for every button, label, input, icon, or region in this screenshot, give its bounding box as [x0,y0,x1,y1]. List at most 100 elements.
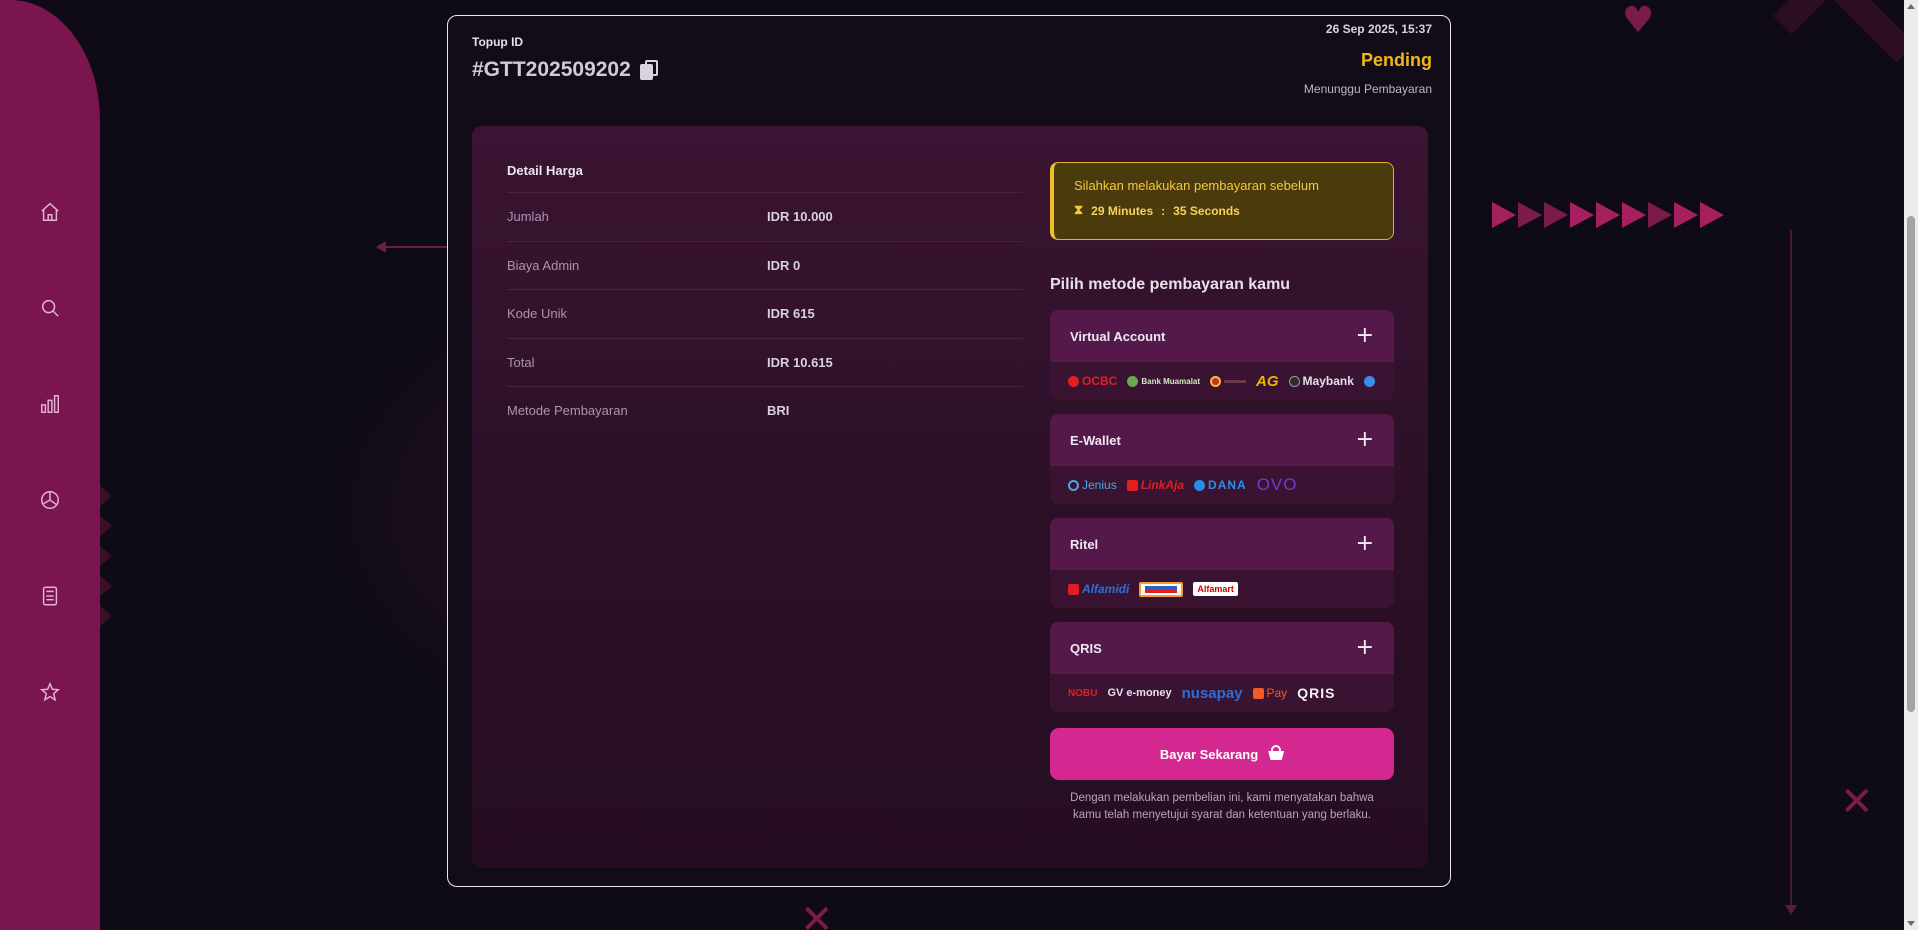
alfamart-logo: Alfamart [1193,582,1238,596]
decor-triangles [1492,202,1724,228]
deadline-text: Silahkan melakukan pembayaran sebelum [1074,178,1319,193]
method-label: QRIS [1070,640,1102,656]
price-row-value: BRI [767,403,790,419]
countdown-separator: : [1161,203,1166,218]
method-label: E-Wallet [1070,432,1121,448]
terms-disclaimer: Dengan melakukan pembelian ini, kami men… [1070,792,1374,821]
home-icon [41,202,59,221]
method-virtual-account: Virtual Account + OCBC Bank Muamalat AG … [1050,310,1394,400]
payment-deadline-alert: Silahkan melakukan pembayaran sebelum ⧗ … [1050,162,1394,240]
method-label: Virtual Account [1070,328,1166,344]
plus-icon[interactable]: + [1356,325,1374,347]
payment-methods-column: Silahkan melakukan pembayaran sebelum ⧗ … [1050,162,1394,824]
decor-triangle-icon [98,574,112,598]
status-badge: Pending [1361,50,1432,70]
decor-x-icon: ✕ [1840,779,1874,825]
qris-logo: QRIS [1297,685,1336,701]
topup-id-label: Topup ID [472,35,524,49]
price-row: Jumlah IDR 10.000 [507,192,1023,241]
basket-icon [1268,745,1285,760]
linkaja-logo: LinkAja [1126,478,1184,492]
method-logos: Alfamidi Alfamart [1050,570,1394,608]
scroll-down-icon[interactable] [1907,921,1915,926]
nobu-logo: NOBU [1068,687,1098,699]
method-header[interactable]: QRIS + [1050,622,1394,674]
topup-id: #GTT202509202 [472,58,659,82]
topup-id-value: #GTT202509202 [472,58,631,81]
price-row-key: Total [507,354,535,370]
price-row-key: Kode Unik [507,306,567,322]
method-qris: QRIS + NOBU GV e-money nusapay Pay QRIS [1050,622,1394,712]
method-e-wallet: E-Wallet + Jenius LinkAja DANA OVO [1050,414,1394,504]
copy-icon[interactable] [639,59,659,81]
price-row-value: IDR 10.000 [767,209,833,225]
price-detail-table: Jumlah IDR 10.000 Biaya Admin IDR 0 Kode… [507,192,1023,435]
shopeepay-logo: Pay [1252,686,1287,700]
page-scrollbar[interactable] [1904,0,1918,930]
hourglass-icon: ⧗ [1074,203,1084,218]
plus-icon[interactable]: + [1356,533,1374,555]
nav-favorites[interactable] [34,676,66,708]
countdown-timer: ⧗ 29 Minutes : 35 Seconds [1074,203,1373,218]
transaction-datetime: 26 Sep 2025, 15:37 [1325,22,1432,36]
method-header[interactable]: E-Wallet + [1050,414,1394,466]
decor-triangle-icon [98,544,112,568]
decor-arrow-down-icon [1785,905,1797,915]
nav-analytics[interactable] [34,484,66,516]
decor-triangle-icon [98,484,112,508]
price-detail-title: Detail Harga [507,163,583,178]
decor-arrow-left-icon [376,241,386,253]
calculator-icon [42,586,58,606]
price-row: Kode Unik IDR 615 [507,289,1023,338]
price-row-key: Metode Pembayaran [507,403,628,419]
muamalat-logo: Bank Muamalat [1127,375,1200,387]
payment-method-title: Pilih metode pembayaran kamu [1050,276,1291,293]
bar-chart-icon [41,395,59,413]
pay-now-button[interactable]: Bayar Sekarang [1050,728,1394,780]
jenius-logo: Jenius [1068,478,1117,492]
nusapay-logo: nusapay [1181,684,1243,702]
price-row-key: Jumlah [507,209,549,225]
ocbc-logo: OCBC [1068,374,1117,388]
scrollbar-thumb[interactable] [1907,216,1915,712]
sidebar-nav [0,0,100,930]
method-logos: OCBC Bank Muamalat AG Maybank [1050,362,1394,400]
ag-logo: AG [1256,372,1279,390]
price-row: Total IDR 10.615 [507,337,1023,387]
nav-search[interactable] [34,292,66,324]
indomaret-logo [1139,581,1184,597]
price-row-value: IDR 615 [767,306,815,322]
method-header[interactable]: Virtual Account + [1050,310,1394,362]
gv-emoney-logo: GV e-money [1107,687,1172,699]
bank-logo [1210,375,1247,387]
nav-stats[interactable] [34,388,66,420]
alfamidi-logo: Alfamidi [1068,582,1129,596]
decor-chevron-icon [1773,0,1915,101]
countdown-seconds: 35 Seconds [1173,203,1240,218]
countdown-minutes: 29 Minutes [1091,203,1154,218]
method-logos: Jenius LinkAja DANA OVO [1050,466,1394,504]
decor-triangle-icon [98,514,112,538]
method-logos: NOBU GV e-money nusapay Pay QRIS [1050,674,1394,712]
price-row: Biaya Admin IDR 0 [507,240,1023,290]
scroll-up-icon[interactable] [1907,4,1915,9]
dana-logo: DANA [1194,478,1247,492]
price-row-value: IDR 0 [767,257,801,273]
nav-home[interactable] [34,196,66,228]
plus-icon[interactable]: + [1356,637,1374,659]
method-header[interactable]: Ritel + [1050,518,1394,570]
payment-panel: Detail Harga Jumlah IDR 10.000 Biaya Adm… [472,126,1428,868]
method-label: Ritel [1070,536,1099,552]
pie-chart-icon [41,491,59,509]
plus-icon[interactable]: + [1356,429,1374,451]
search-icon [41,299,59,317]
nav-calculator[interactable] [34,580,66,612]
method-ritel: Ritel + Alfamidi Alfamart [1050,518,1394,608]
price-row: Metode Pembayaran BRI [507,386,1023,435]
maybank-logo: Maybank [1288,374,1354,388]
decor-x-icon: ✕ [800,897,834,930]
price-row-value: IDR 10.615 [767,354,833,370]
pay-now-label: Bayar Sekarang [1159,746,1259,762]
bank-logo-partial [1363,375,1375,387]
status-subtitle: Menunggu Pembayaran [1303,82,1432,96]
